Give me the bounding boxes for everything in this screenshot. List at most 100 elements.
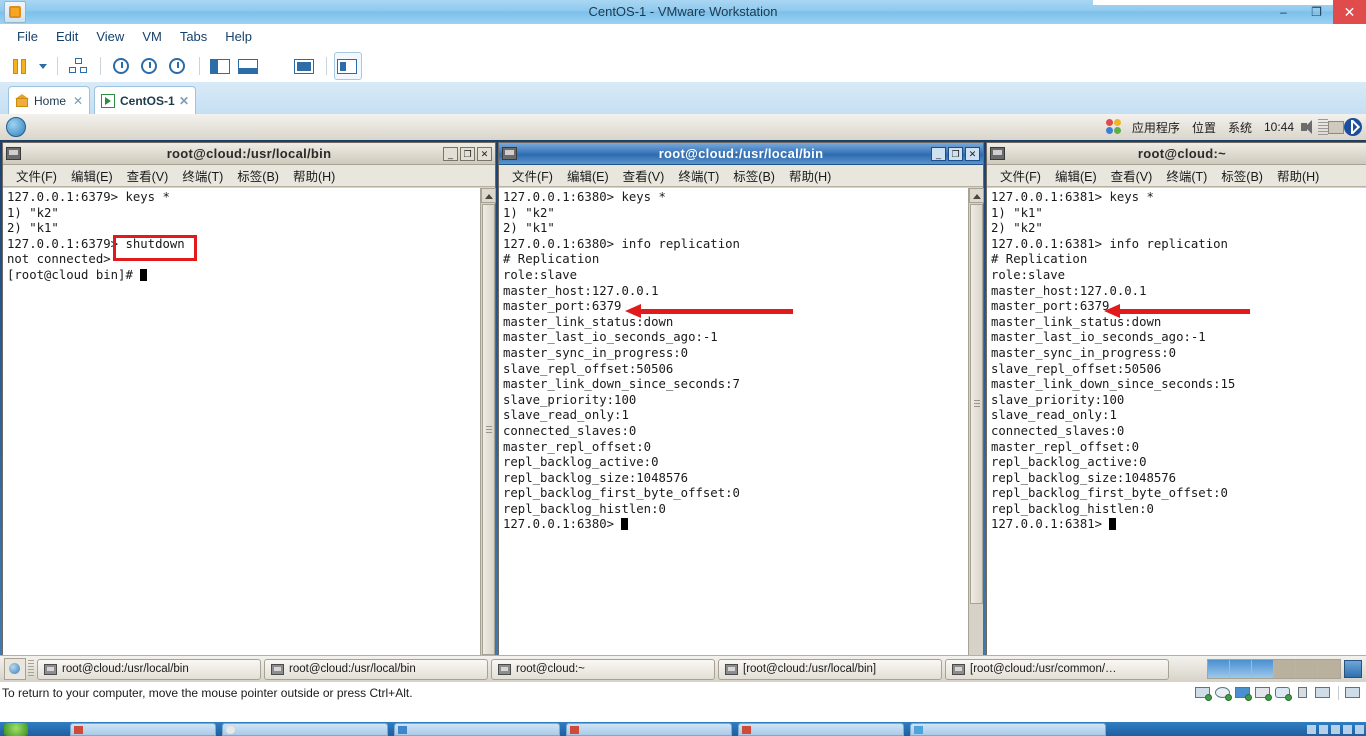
taskbar-item-1[interactable]: root@cloud:/usr/local/bin bbox=[37, 658, 261, 680]
workspace-4[interactable] bbox=[1274, 660, 1296, 678]
scrollbar-thumb[interactable] bbox=[482, 204, 495, 655]
show-sidebar-icon[interactable] bbox=[207, 53, 233, 79]
show-thumbnails-icon[interactable] bbox=[334, 51, 362, 80]
terminal-3-menu-file[interactable]: 文件(F) bbox=[993, 166, 1048, 185]
terminal-window-3[interactable]: root@cloud:~ 文件(F) 编辑(E) 查看(V) 终端(T) 标签(… bbox=[986, 142, 1366, 672]
close-button[interactable]: ✕ bbox=[1333, 0, 1366, 24]
terminal-3-menu-edit[interactable]: 编辑(E) bbox=[1048, 166, 1104, 185]
unity-mode-icon[interactable] bbox=[291, 53, 317, 79]
menu-edit[interactable]: Edit bbox=[47, 27, 87, 46]
scroll-up-icon[interactable] bbox=[969, 188, 984, 203]
trash-icon[interactable] bbox=[1344, 660, 1362, 678]
terminal-1-menu-tabs[interactable]: 标签(B) bbox=[230, 166, 286, 185]
archive-icon[interactable] bbox=[1328, 120, 1344, 134]
gnome-clock[interactable]: 10:44 bbox=[1264, 120, 1294, 134]
revert-snapshot-icon[interactable] bbox=[136, 53, 162, 79]
tab-home-close-icon[interactable]: ✕ bbox=[69, 94, 83, 108]
volume-icon[interactable] bbox=[1300, 119, 1318, 135]
taskbar-button-4[interactable] bbox=[566, 723, 732, 736]
terminal-3-menu-terminal[interactable]: 终端(T) bbox=[1159, 166, 1214, 185]
tray-icon-1[interactable] bbox=[1307, 724, 1316, 734]
terminal-1-output[interactable]: 127.0.0.1:6379> keys * 1) "k2" 2) "k1" 127.… bbox=[3, 188, 480, 671]
terminal-2-minimize-button[interactable]: _ bbox=[931, 146, 946, 161]
taskbar-button-2[interactable] bbox=[222, 723, 388, 736]
message-log-icon[interactable] bbox=[1345, 686, 1362, 701]
tab-centos-1[interactable]: CentOS-1 ✕ bbox=[94, 86, 196, 114]
menu-file[interactable]: File bbox=[8, 27, 47, 46]
workspace-switcher[interactable] bbox=[1207, 659, 1341, 679]
taskbar-button-6[interactable] bbox=[910, 723, 1106, 736]
tab-centos-1-close-icon[interactable]: ✕ bbox=[175, 94, 189, 108]
tray-icon-3[interactable] bbox=[1331, 724, 1340, 734]
taskbar-button-1[interactable] bbox=[70, 723, 216, 736]
terminal-1-menu-view[interactable]: 查看(V) bbox=[120, 166, 176, 185]
fullscreen-icon[interactable] bbox=[263, 53, 289, 79]
workspace-5[interactable] bbox=[1296, 660, 1318, 678]
usb-icon[interactable] bbox=[1295, 686, 1312, 701]
terminal-2-maximize-button[interactable]: ❐ bbox=[948, 146, 963, 161]
tray-icon-2[interactable] bbox=[1319, 724, 1328, 734]
terminal-window-1[interactable]: root@cloud:/usr/local/bin _ ❐ ✕ 文件(F) 编辑… bbox=[2, 142, 496, 672]
scrollbar-thumb[interactable] bbox=[970, 204, 983, 604]
taskbar-button-3[interactable] bbox=[394, 723, 560, 736]
gnome-menu-system[interactable]: 系统 bbox=[1228, 119, 1252, 136]
workspace-1[interactable] bbox=[1208, 660, 1230, 678]
tray-icon-5[interactable] bbox=[1355, 724, 1364, 734]
take-snapshot-icon[interactable] bbox=[108, 53, 134, 79]
terminal-3-menu-view[interactable]: 查看(V) bbox=[1104, 166, 1160, 185]
taskbar-item-5[interactable]: [root@cloud:/usr/common/… bbox=[945, 658, 1169, 680]
pause-icon[interactable] bbox=[8, 53, 34, 79]
hard-disk-icon[interactable] bbox=[1195, 686, 1212, 701]
gnome-menu-applications[interactable]: 应用程序 bbox=[1132, 119, 1180, 136]
display-icon[interactable] bbox=[1315, 686, 1332, 701]
bluetooth-icon[interactable] bbox=[1344, 118, 1362, 136]
terminal-3-output[interactable]: 127.0.0.1:6381> keys * 1) "k1" 2) "k2" 127.… bbox=[987, 188, 1366, 671]
menu-help[interactable]: Help bbox=[216, 27, 261, 46]
terminal-2-menu-edit[interactable]: 编辑(E) bbox=[560, 166, 616, 185]
menu-view[interactable]: View bbox=[87, 27, 133, 46]
snapshot-manager-icon[interactable] bbox=[65, 53, 91, 79]
workspace-2[interactable] bbox=[1230, 660, 1252, 678]
terminal-3-titlebar[interactable]: root@cloud:~ bbox=[987, 143, 1366, 165]
show-console-view-icon[interactable] bbox=[235, 53, 261, 79]
terminal-3-menu-tabs[interactable]: 标签(B) bbox=[1214, 166, 1270, 185]
menu-vm[interactable]: VM bbox=[133, 27, 171, 46]
terminal-1-menu-help[interactable]: 帮助(H) bbox=[286, 166, 342, 185]
chevron-down-icon[interactable] bbox=[36, 53, 50, 79]
menu-tabs[interactable]: Tabs bbox=[171, 27, 216, 46]
scroll-up-icon[interactable] bbox=[481, 188, 496, 203]
taskbar-button-5[interactable] bbox=[738, 723, 904, 736]
gnome-globe-icon[interactable] bbox=[6, 117, 26, 137]
show-desktop-icon[interactable] bbox=[4, 658, 26, 680]
terminal-2-close-button[interactable]: ✕ bbox=[965, 146, 980, 161]
terminal-window-2[interactable]: root@cloud:/usr/local/bin _ ❐ ✕ 文件(F) 编辑… bbox=[498, 142, 984, 672]
cd-drive-icon[interactable] bbox=[1215, 686, 1232, 701]
start-button[interactable] bbox=[4, 723, 28, 736]
terminal-2-menu-tabs[interactable]: 标签(B) bbox=[726, 166, 782, 185]
gnome-menu-places[interactable]: 位置 bbox=[1192, 119, 1216, 136]
printer-icon[interactable] bbox=[1255, 686, 1272, 701]
terminal-2-scrollbar[interactable] bbox=[968, 188, 984, 671]
workspace-6[interactable] bbox=[1318, 660, 1340, 678]
terminal-1-menu-file[interactable]: 文件(F) bbox=[9, 166, 64, 185]
terminal-2-output[interactable]: 127.0.0.1:6380> keys * 1) "k2" 2) "k1" 127.… bbox=[499, 188, 968, 671]
terminal-1-menu-edit[interactable]: 编辑(E) bbox=[64, 166, 120, 185]
terminal-1-scrollbar[interactable] bbox=[480, 188, 496, 671]
terminal-2-menu-file[interactable]: 文件(F) bbox=[505, 166, 560, 185]
terminal-2-titlebar[interactable]: root@cloud:/usr/local/bin _ ❐ ✕ bbox=[499, 143, 983, 165]
terminal-1-close-button[interactable]: ✕ bbox=[477, 146, 492, 161]
terminal-1-maximize-button[interactable]: ❐ bbox=[460, 146, 475, 161]
terminal-2-menu-terminal[interactable]: 终端(T) bbox=[671, 166, 726, 185]
terminal-1-minimize-button[interactable]: _ bbox=[443, 146, 458, 161]
network-adapter-icon[interactable] bbox=[1235, 686, 1252, 701]
taskbar-item-4[interactable]: [root@cloud:/usr/local/bin] bbox=[718, 658, 942, 680]
taskbar-item-3[interactable]: root@cloud:~ bbox=[491, 658, 715, 680]
snapshot-options-icon[interactable] bbox=[164, 53, 190, 79]
terminal-1-titlebar[interactable]: root@cloud:/usr/local/bin _ ❐ ✕ bbox=[3, 143, 495, 165]
taskbar-item-2[interactable]: root@cloud:/usr/local/bin bbox=[264, 658, 488, 680]
terminal-3-menu-help[interactable]: 帮助(H) bbox=[1270, 166, 1326, 185]
terminal-2-menu-help[interactable]: 帮助(H) bbox=[782, 166, 838, 185]
tab-home[interactable]: Home ✕ bbox=[8, 86, 90, 114]
terminal-2-menu-view[interactable]: 查看(V) bbox=[616, 166, 672, 185]
tray-icon-4[interactable] bbox=[1343, 724, 1352, 734]
